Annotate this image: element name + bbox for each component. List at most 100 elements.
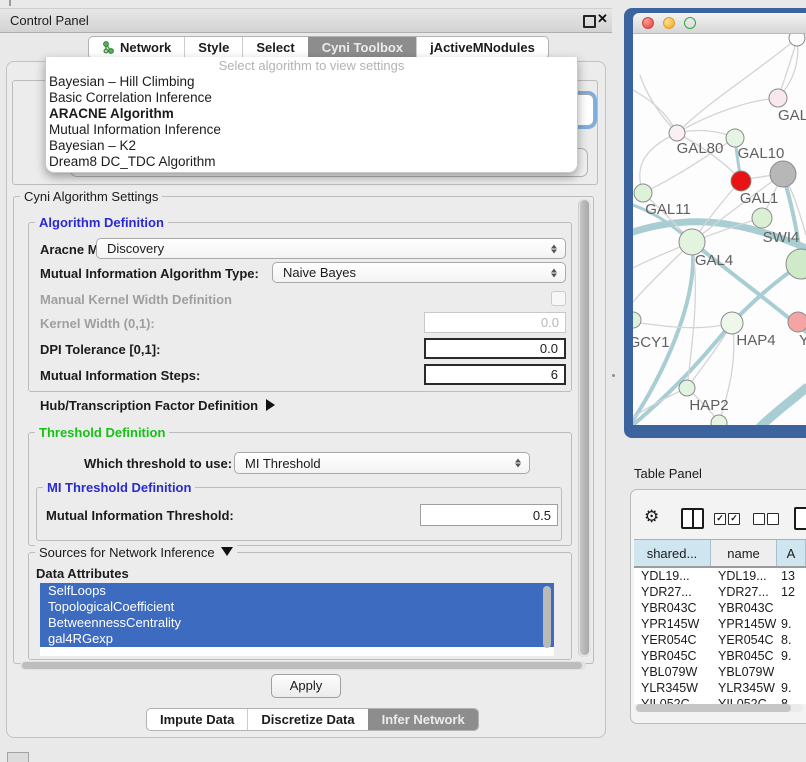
table-cell: 13 [777,568,806,584]
mi-steps-label: Mutual Information Steps: [40,368,200,383]
network-node[interactable] [634,184,652,202]
top-edge-tick [9,0,11,6]
network-view-canvas[interactable]: GAL80GAL10GALGAL1GAL11SWI4GAL4GCY1HAP4YH… [633,34,806,425]
table-row[interactable]: YER054CYER054C8. [634,632,806,648]
aracne-mode-value: Discovery [107,241,164,256]
mi-steps-field[interactable]: 6 [424,364,566,385]
network-node[interactable] [633,312,641,328]
table-row[interactable]: YDL19...YDL19...13 [634,568,806,584]
network-node-label: GAL10 [738,145,785,162]
gear-icon[interactable]: ⚙ [644,507,659,527]
expanded-arrow-icon [221,547,233,556]
attributes-list-scrollbar[interactable] [543,586,551,648]
tab-discretize-data[interactable]: Discretize Data [247,709,367,730]
dpi-tolerance-value: 0.0 [540,341,558,356]
table-row[interactable]: YBR045CYBR045C9. [634,648,806,664]
sources-label-wrap[interactable]: Sources for Network Inference [35,545,237,560]
table-row[interactable]: YBL079WYBL079W [634,664,806,680]
tab-label: Style [198,37,229,58]
attribute-item-gal4rgexp[interactable]: gal4RGexp [40,631,554,647]
tab-network[interactable]: Network [89,37,184,58]
updown-arrows-icon [551,244,557,253]
which-threshold-combobox[interactable]: MI Threshold [234,452,530,474]
kernel-width-field[interactable]: 0.0 [424,312,566,333]
mi-threshold-field[interactable]: 0.5 [420,504,558,526]
network-icon [102,41,115,54]
hub-factor-section-toggle[interactable]: Hub/Transcription Factor Definition [40,398,275,413]
attribute-item-betweennesscentrality[interactable]: BetweennessCentrality [40,615,554,631]
table-horizontal-scrollbar[interactable] [635,704,803,712]
network-node-label: HAP4 [736,332,775,349]
algorithm-option-bayesian-hill-climbing[interactable]: Bayesian – Hill Climbing [46,74,577,90]
node-table: shared...nameA YDL19...YDL19...13YDR27..… [634,539,806,704]
network-node[interactable] [788,312,806,332]
tab-select[interactable]: Select [242,37,307,58]
attribute-item-selfloops[interactable]: SelfLoops [40,583,554,599]
attribute-item-topologicalcoefficient[interactable]: TopologicalCoefficient [40,599,554,615]
table-row[interactable]: YPR145WYPR145W9. [634,616,806,632]
aracne-mode-combobox[interactable]: Discovery [96,238,566,259]
close-traffic-light-icon[interactable] [642,17,654,29]
minimize-traffic-light-icon[interactable] [663,17,675,29]
cyni-settings-label: Cyni Algorithm Settings [20,189,162,204]
network-node[interactable] [752,208,772,228]
network-node[interactable] [679,380,695,396]
unchecked-checkbox-icon[interactable] [753,513,765,525]
tab-jactivemnodules[interactable]: jActiveMNodules [416,37,548,58]
checked-checkbox-icon[interactable]: ✓ [714,513,726,525]
network-node[interactable] [769,89,787,107]
tab-infer-network[interactable]: Infer Network [368,709,478,730]
algorithm-option-mutual-information-inference[interactable]: Mutual Information Inference [46,122,577,138]
checked-checkbox-icon[interactable]: ✓ [728,513,740,525]
splitpane-handle[interactable] [612,374,615,377]
dpi-tolerance-field[interactable]: 0.0 [424,338,566,359]
table-row[interactable]: YBR043CYBR043C [634,600,806,616]
tab-style[interactable]: Style [184,37,242,58]
column-header-shared[interactable]: shared... [634,540,711,566]
table-cell: YER054C [711,632,777,648]
table-cell: YBL079W [634,664,711,680]
file-icon[interactable] [794,507,806,530]
which-threshold-label: Which threshold to use: [84,456,232,471]
network-window-titlebar[interactable] [633,13,806,34]
algorithm-option-bayesian-k2[interactable]: Bayesian – K2 [46,138,577,154]
mi-algorithm-type-combobox[interactable]: Naive Bayes [272,262,566,283]
algorithm-option-dream8-dc-tdc-algorithm[interactable]: Dream8 DC_TDC Algorithm [46,154,577,170]
network-graph: GAL80GAL10GALGAL1GAL11SWI4GAL4GCY1HAP4YH… [633,34,806,425]
network-edge [760,388,806,425]
tab-label: jActiveMNodules [430,37,535,58]
manual-kernel-width-checkbox[interactable] [551,291,566,306]
network-node[interactable] [789,34,805,46]
settings-vertical-scrollbar[interactable] [578,199,591,657]
network-node[interactable] [770,161,796,187]
table-row[interactable]: YDR27...YDR27...12 [634,584,806,600]
mi-threshold-group-label: MI Threshold Definition [43,480,195,495]
network-node[interactable] [721,312,743,334]
column-header-name[interactable]: name [711,540,777,566]
apply-button[interactable]: Apply [271,674,341,698]
column-header-a[interactable]: A [777,540,806,566]
tab-cyni-toolbox[interactable]: Cyni Toolbox [308,37,416,58]
network-node[interactable] [711,415,727,425]
settings-horizontal-scrollbar[interactable] [20,661,586,670]
unchecked-checkbox-icon[interactable] [767,513,779,525]
algorithm-option-basic-correlation-inference[interactable]: Basic Correlation Inference [46,90,577,106]
float-window-icon[interactable] [583,15,596,28]
zoom-traffic-light-icon[interactable] [684,17,696,29]
tab-impute-data[interactable]: Impute Data [147,709,247,730]
network-node-label: HAP2 [689,397,728,414]
close-icon[interactable]: ✕ [597,11,608,27]
table-row[interactable]: YIL052CYIL052C8 [634,696,806,704]
columns-icon[interactable] [681,508,704,529]
table-cell: YIL052C [634,696,711,704]
table-panel-title: Table Panel [634,466,702,481]
kernel-width-label: Kernel Width (0,1): [40,316,155,331]
top-tab-bar: Network Style SelectCyni Toolbox jActiveMNo… [88,36,549,59]
algorithm-option-aracne-algorithm[interactable]: ARACNE Algorithm [46,106,577,122]
network-node[interactable] [731,171,751,191]
collapsed-panel-icon[interactable] [7,752,29,762]
table-row[interactable]: YLR345WYLR345W9. [634,680,806,696]
network-node[interactable] [669,125,685,141]
tab-label: Discretize Data [261,709,354,730]
network-node-label: Y [799,332,806,349]
